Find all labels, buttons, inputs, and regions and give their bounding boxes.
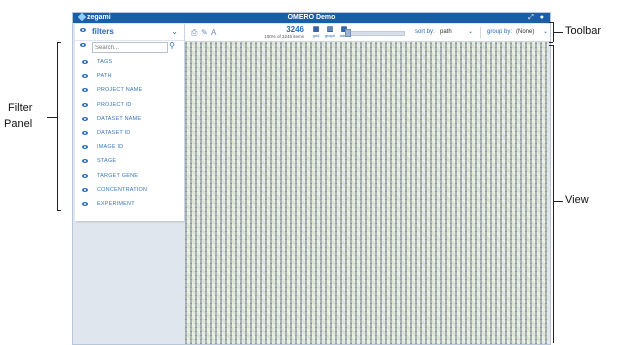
eye-icon[interactable] [82, 173, 88, 178]
toolbar-divider [480, 27, 481, 38]
app-window: zegami OMERO Demo ⤢ ● filters ⌄ ⚲ TAGS P… [72, 12, 551, 345]
view-pointer [553, 201, 563, 202]
filter-item-label: TARGET GENE [97, 172, 139, 179]
filter-item-experiment[interactable]: EXPERIMENT [75, 198, 184, 212]
eye-icon[interactable] [82, 201, 88, 206]
eye-icon[interactable] [82, 88, 88, 93]
zoom-slider[interactable] [347, 31, 405, 36]
view-grid-button[interactable]: ▦ grid [309, 26, 323, 38]
filter-item-dataset-id[interactable]: DATASET ID [75, 127, 184, 141]
sort-by-select[interactable]: path [440, 29, 452, 35]
filter-item-label: STAGE [97, 158, 117, 165]
eye-icon[interactable] [80, 43, 86, 47]
filter-item-project-id[interactable]: PROJECT ID [75, 99, 184, 113]
text-icon[interactable]: A [211, 28, 216, 37]
filter-item-dataset-name[interactable]: DATASET NAME [75, 113, 184, 127]
window-controls: ⤢ ● [524, 13, 544, 23]
eye-icon[interactable] [82, 74, 88, 79]
filter-callout-line2: Panel [4, 118, 33, 130]
thumbnail-grid-view[interactable] [185, 42, 548, 344]
view-graph-button[interactable]: ▥ graph [323, 26, 337, 38]
filter-list: TAGS PATH PROJECT NAME PROJECT ID DATASE… [75, 56, 184, 212]
filter-item-label: PROJECT NAME [97, 87, 143, 94]
filter-search: ⚲ [80, 41, 175, 53]
graph-icon: ▥ [326, 26, 334, 33]
filter-callout-line1: Filter [8, 102, 33, 114]
eye-icon[interactable] [82, 60, 88, 64]
chevron-down-icon[interactable]: ⌄ [171, 27, 178, 36]
print-icon[interactable]: ⎙ [191, 28, 197, 38]
toolbar-callout: Toolbar [565, 25, 602, 37]
filter-item-concentration[interactable]: CONCENTRATION [75, 184, 184, 198]
filter-panel-callout: Filter Panel [4, 100, 33, 132]
filter-item-label: TAGS [97, 59, 113, 65]
filter-panel: filters ⌄ ⚲ TAGS PATH PROJECT NAME PROJE… [75, 24, 185, 221]
filter-search-input[interactable] [92, 42, 168, 53]
group-by-select[interactable]: (None) [516, 29, 534, 35]
filter-item-stage[interactable]: STAGE [75, 155, 184, 169]
filter-item-label: EXPERIMENT [97, 200, 135, 207]
filter-item-path[interactable]: PATH [75, 70, 184, 84]
zoom-slider-handle[interactable] [345, 29, 351, 37]
eye-icon[interactable] [80, 28, 86, 32]
toolbar: ⎙ ✎ A 3246 100% of 3246 items ▦ grid ▥ g… [185, 24, 550, 42]
filter-item-label: PROJECT ID [97, 101, 132, 108]
edit-icon[interactable]: ✎ [201, 28, 208, 37]
filter-panel-title: filters [92, 27, 114, 36]
chevron-down-icon[interactable]: ⌄ [543, 28, 548, 35]
chevron-down-icon[interactable]: ⌄ [468, 28, 473, 35]
eye-icon[interactable] [82, 130, 88, 135]
search-icon[interactable]: ⚲ [169, 41, 175, 50]
filter-item-label: CONCENTRATION [97, 186, 148, 193]
group-by-label: group by: [487, 29, 513, 35]
eye-icon[interactable] [82, 187, 88, 192]
eye-icon[interactable] [82, 159, 88, 164]
filter-item-image-id[interactable]: IMAGE ID [75, 141, 184, 155]
app-title: OMERO Demo [287, 14, 336, 21]
title-bar: zegami OMERO Demo ⤢ ● [73, 13, 550, 23]
item-count: 3246 100% of 3246 items [258, 26, 304, 40]
filter-item-tags[interactable]: TAGS [75, 56, 184, 70]
filter-item-project-name[interactable]: PROJECT NAME [75, 84, 184, 98]
filter-panel-header[interactable]: filters ⌄ [75, 24, 184, 41]
filter-item-label: DATASET NAME [97, 115, 142, 122]
toolbar-pointer [553, 32, 563, 33]
view-graph-label: graph [324, 33, 336, 38]
grid-icon: ▦ [312, 26, 320, 33]
filter-pointer [47, 117, 57, 118]
filter-bracket-bottom [57, 210, 61, 211]
eye-icon[interactable] [82, 102, 88, 107]
item-count-sub: 100% of 3246 items [264, 34, 304, 39]
help-icon[interactable]: ● [540, 14, 544, 21]
eye-icon[interactable] [82, 116, 88, 121]
filter-item-label: IMAGE ID [97, 144, 124, 151]
sort-by-label: sort by: [415, 29, 435, 35]
eye-icon[interactable] [82, 145, 88, 150]
filter-item-label: PATH [97, 73, 112, 80]
filter-bracket-vertical [57, 42, 58, 210]
filter-item-target-gene[interactable]: TARGET GENE [75, 170, 184, 184]
filter-item-label: DATASET ID [97, 129, 131, 136]
expand-icon[interactable]: ⤢ [528, 14, 534, 21]
toolbar-bracket-bottom [549, 42, 553, 43]
view-callout: View [565, 194, 589, 206]
view-bracket-vertical [553, 45, 554, 343]
item-count-number: 3246 [286, 25, 304, 34]
view-grid-label: grid [312, 33, 320, 38]
